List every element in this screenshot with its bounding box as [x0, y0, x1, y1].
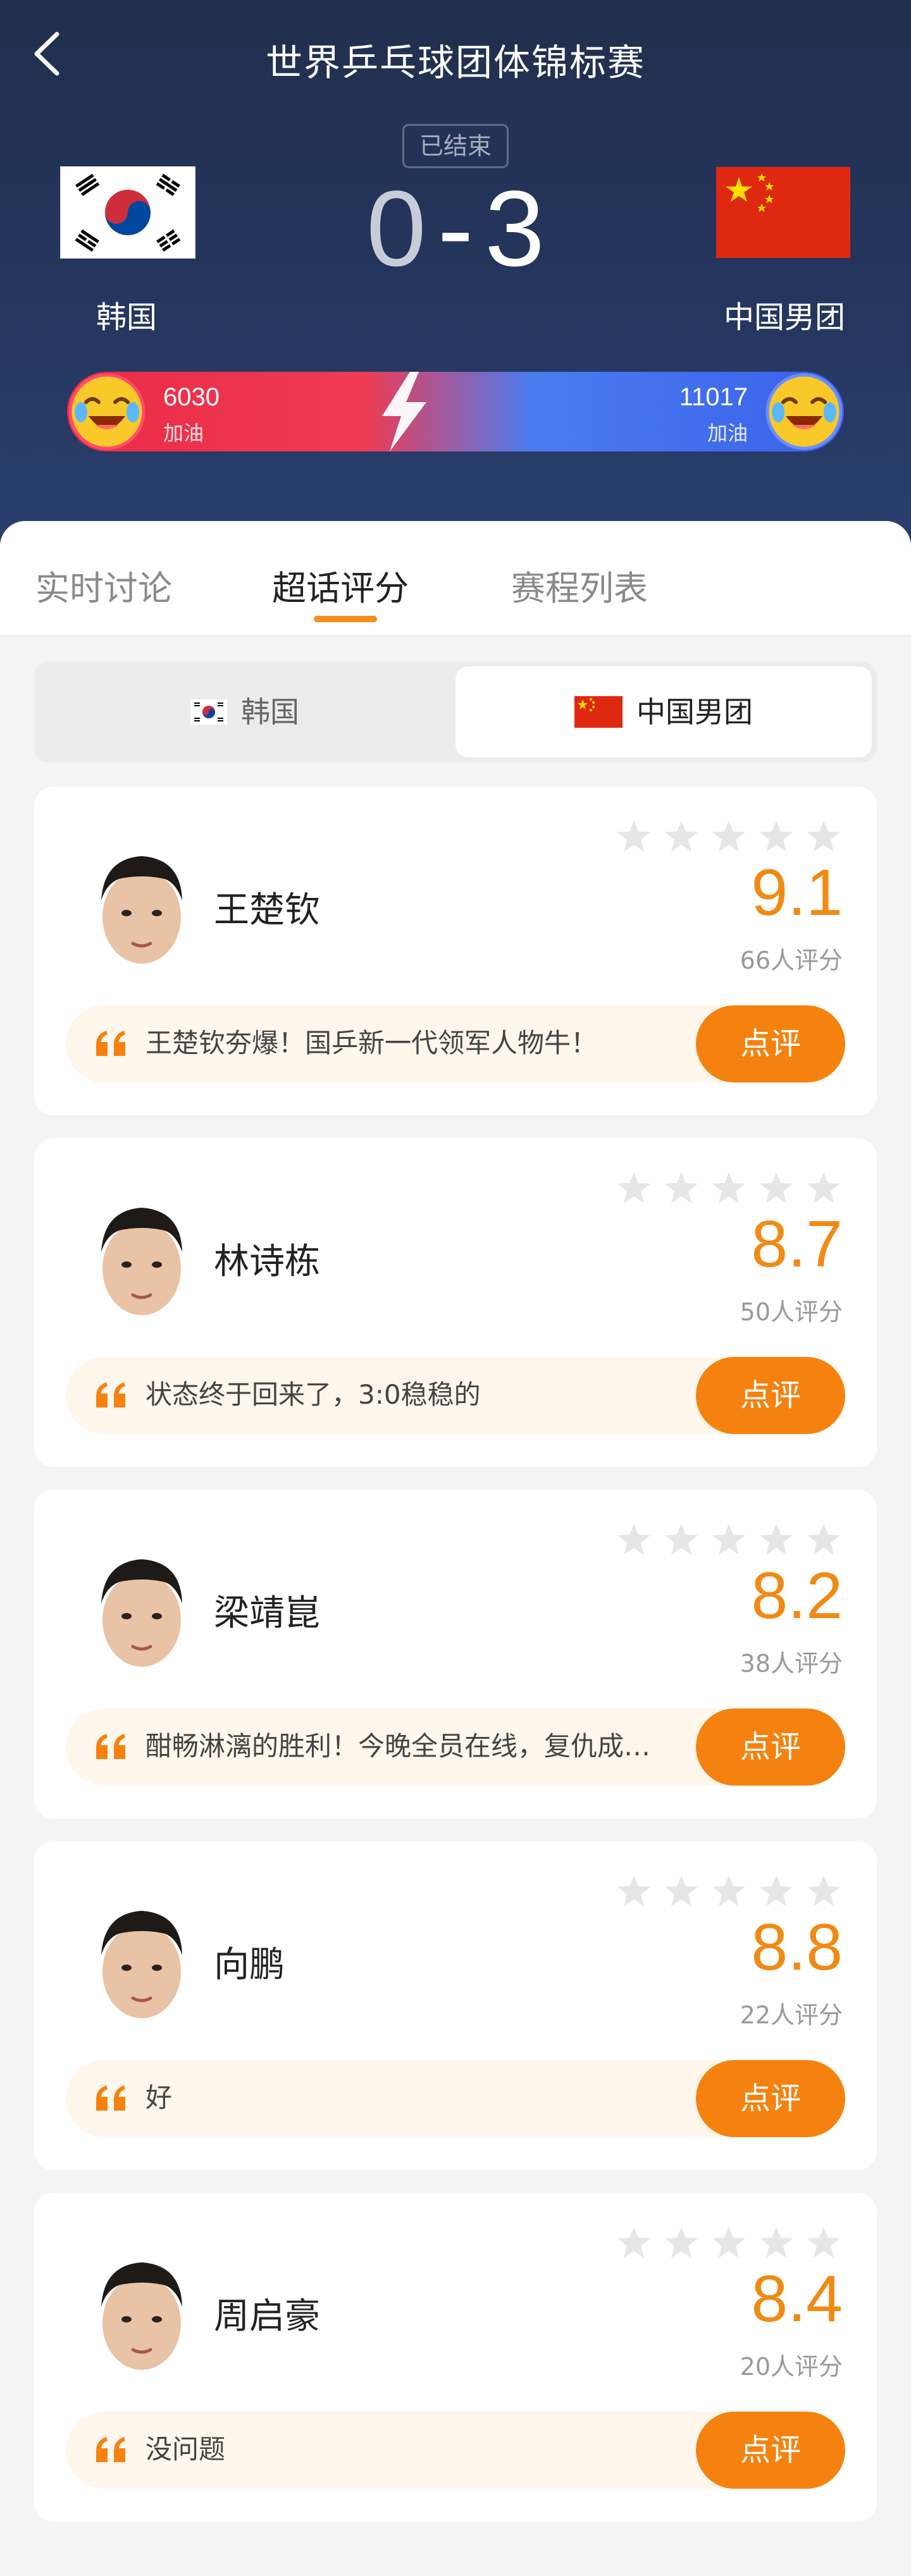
- tab-bar: 实时讨论 超话评分 赛程列表: [0, 521, 911, 636]
- comment-text: 王楚钦夯爆！国乒新一代领军人物牛！: [146, 1027, 598, 1058]
- review-button[interactable]: 点评: [696, 1708, 845, 1786]
- comment-text: 好: [146, 2082, 173, 2113]
- china-flag-icon: [716, 167, 850, 258]
- home-cheer-count: 6030: [163, 383, 220, 411]
- player-rating: 8.2: [751, 1559, 843, 1633]
- match-header: 世界乒乓球团体锦标赛 已结束 韩国 0-3 中国男团 6030 加油 11017…: [0, 0, 911, 569]
- review-button[interactable]: 点评: [696, 2412, 845, 2489]
- quote-icon: [96, 2085, 125, 2111]
- player-avatar[interactable]: [78, 1545, 205, 1672]
- player-photo-icon: [78, 1194, 205, 1320]
- player-card[interactable]: 周启豪 8.4 20人评分 没问题 点评: [34, 2193, 877, 2522]
- korea-flag-icon: [190, 699, 227, 725]
- rating-count: 38人评分: [740, 1650, 843, 1677]
- player-photo-icon: [78, 1897, 205, 2023]
- star-icon-row: [617, 1875, 840, 1906]
- player-name: 梁靖崑: [214, 1593, 320, 1634]
- home-cheer-label: 加油: [163, 421, 204, 445]
- player-rating: 8.8: [751, 1911, 843, 1984]
- star-icon-row: [617, 2227, 840, 2258]
- player-name: 向鹏: [214, 1944, 285, 1985]
- rating-count: 66人评分: [740, 947, 843, 974]
- home-team-name: 韩国: [96, 300, 157, 335]
- away-cheer-label: 加油: [707, 421, 748, 445]
- team-toggle: 韩国 中国男团: [34, 661, 877, 763]
- star-rating[interactable]: [615, 1873, 843, 1911]
- tab-live-discussion[interactable]: 实时讨论: [35, 560, 172, 611]
- star-icon-row: [617, 1172, 840, 1203]
- home-score: 0: [366, 169, 426, 289]
- star-rating[interactable]: [615, 1170, 843, 1208]
- rating-count: 22人评分: [740, 2001, 843, 2029]
- comment-text: 状态终于回来了，3:0稳稳的: [146, 1379, 481, 1410]
- away-cheer-button[interactable]: [764, 372, 844, 451]
- star-rating[interactable]: [615, 818, 843, 856]
- score-separator: -: [437, 169, 474, 289]
- match-status-badge: 已结束: [402, 124, 509, 168]
- cheer-emoji-icon: [68, 373, 146, 450]
- away-cheer-count: 11017: [679, 383, 748, 411]
- player-name: 王楚钦: [214, 890, 320, 931]
- player-card[interactable]: 王楚钦 9.1 66人评分 王楚钦夯爆！国乒新一代领军人物牛！ 点评: [34, 787, 877, 1115]
- korea-flag-icon: [61, 167, 195, 258]
- cheer-emoji-icon: [765, 373, 843, 450]
- match-score: 0-3: [329, 166, 582, 292]
- comment-text: 酣畅淋漓的胜利！今晚全员在线，复仇成…: [146, 1731, 651, 1762]
- review-button[interactable]: 点评: [696, 2060, 845, 2137]
- away-team-name: 中国男团: [723, 300, 845, 335]
- toggle-away-team[interactable]: 中国男团: [456, 666, 872, 757]
- toggle-home-label: 韩国: [241, 695, 299, 729]
- review-button[interactable]: 点评: [696, 1357, 845, 1434]
- comment-text: 没问题: [146, 2434, 226, 2465]
- rating-count: 50人评分: [740, 1298, 843, 1326]
- player-photo-icon: [78, 842, 205, 969]
- lightning-icon: [382, 372, 426, 451]
- quote-icon: [96, 1734, 125, 1759]
- content-sheet: 实时讨论 超话评分 赛程列表 韩国 中国男团 王楚钦 9.1 66人评分 王楚钦…: [0, 521, 911, 2576]
- star-rating[interactable]: [615, 1521, 843, 1559]
- player-rating: 9.1: [751, 856, 843, 929]
- page-title: 世界乒乓球团体锦标赛: [265, 41, 645, 84]
- star-icon-row: [617, 1524, 840, 1555]
- player-avatar[interactable]: [78, 1194, 205, 1320]
- cheer-bar: 6030 加油 11017 加油: [67, 372, 844, 451]
- tab-schedule[interactable]: 赛程列表: [511, 560, 648, 611]
- review-button[interactable]: 点评: [696, 1005, 845, 1083]
- quote-icon: [96, 1382, 125, 1408]
- player-photo-icon: [78, 2248, 205, 2375]
- toggle-home-team[interactable]: 韩国: [39, 666, 450, 757]
- quote-icon: [96, 1031, 125, 1056]
- star-rating[interactable]: [615, 2224, 843, 2262]
- player-avatar[interactable]: [78, 1897, 205, 2023]
- toggle-away-label: 中国男团: [636, 695, 753, 729]
- player-card[interactable]: 梁靖崑 8.2 38人评分 酣畅淋漓的胜利！今晚全员在线，复仇成… 点评: [34, 1490, 877, 1819]
- player-name: 周启豪: [214, 2296, 320, 2337]
- china-flag-icon: [574, 696, 623, 728]
- player-card[interactable]: 向鹏 8.8 22人评分 好 点评: [34, 1841, 877, 2170]
- active-tab-indicator: [314, 616, 377, 622]
- home-cheer-button[interactable]: [67, 372, 147, 451]
- player-card[interactable]: 林诗栋 8.7 50人评分 状态终于回来了，3:0稳稳的 点评: [34, 1138, 877, 1467]
- player-name: 林诗栋: [214, 1241, 320, 1282]
- player-rating: 8.7: [751, 1208, 843, 1281]
- tab-rating[interactable]: 超话评分: [272, 560, 409, 611]
- rating-count: 20人评分: [740, 2353, 843, 2381]
- player-photo-icon: [78, 1545, 205, 1672]
- star-icon-row: [617, 821, 840, 852]
- away-score: 3: [485, 169, 545, 289]
- player-rating: 8.4: [751, 2262, 843, 2336]
- player-avatar[interactable]: [78, 2248, 205, 2375]
- player-avatar[interactable]: [78, 842, 205, 969]
- quote-icon: [96, 2437, 125, 2462]
